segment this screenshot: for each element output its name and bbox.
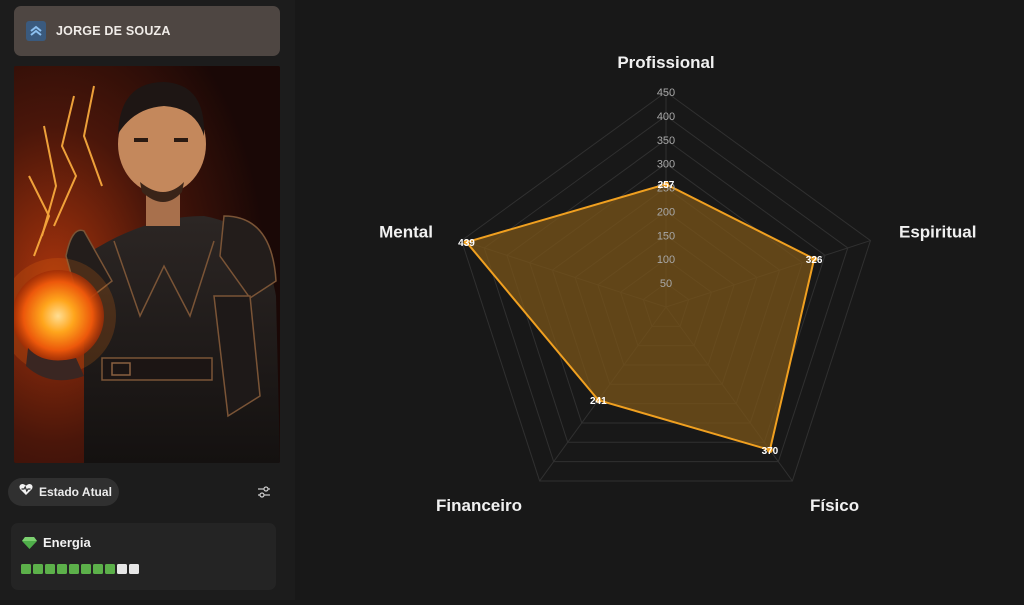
energy-label: Energia xyxy=(43,535,91,550)
energy-bar xyxy=(21,564,139,574)
sidebar: JORGE DE SOUZA Estado Atual Energia xyxy=(0,0,295,600)
radar-value-label: 439 xyxy=(458,238,475,249)
radar-axis-label: Financeiro xyxy=(436,496,522,515)
energy-segment xyxy=(105,564,115,574)
heart-pulse-icon xyxy=(19,483,33,501)
energy-segment xyxy=(129,564,139,574)
energy-segment xyxy=(69,564,79,574)
radar-value-label: 241 xyxy=(590,396,607,407)
radar-chart-svg: 5010015020025030035040045025732637024143… xyxy=(379,53,976,515)
character-portrait xyxy=(14,66,280,463)
gem-icon xyxy=(22,536,37,554)
radar-series-area xyxy=(465,183,816,452)
double-chevron-up-icon xyxy=(26,21,46,41)
energy-segment xyxy=(81,564,91,574)
radar-tick-label: 50 xyxy=(660,278,672,290)
radar-axis-label: Mental xyxy=(379,222,433,241)
radar-value-label: 257 xyxy=(658,180,675,191)
radar-axis-label: Físico xyxy=(810,496,859,515)
current-state-button[interactable]: Estado Atual xyxy=(8,478,119,506)
radar-axis-label: Espiritual xyxy=(899,222,976,241)
player-name-card[interactable]: JORGE DE SOUZA xyxy=(14,6,280,56)
radar-tick-label: 200 xyxy=(657,206,675,218)
energy-card: Energia xyxy=(11,523,276,590)
energy-segment xyxy=(21,564,31,574)
radar-value-label: 370 xyxy=(762,446,779,457)
energy-segment xyxy=(93,564,103,574)
player-name: JORGE DE SOUZA xyxy=(56,24,171,38)
radar-tick-label: 350 xyxy=(657,135,675,147)
radar-tick-label: 450 xyxy=(657,87,675,99)
current-state-label: Estado Atual xyxy=(39,485,112,499)
energy-segment xyxy=(57,564,67,574)
radar-tick-label: 300 xyxy=(657,159,675,171)
radar-tick-label: 100 xyxy=(657,254,675,266)
energy-segment xyxy=(45,564,55,574)
energy-segment xyxy=(117,564,127,574)
radar-axis-label: Profissional xyxy=(617,53,714,72)
radar-tick-label: 150 xyxy=(657,230,675,242)
sliders-icon[interactable] xyxy=(254,483,274,501)
radar-chart: 50 100 150 200 250 300 350 400 450 257 326 370 241 43… xyxy=(300,0,1024,600)
radar-tick-label: 400 xyxy=(657,111,675,123)
energy-segment xyxy=(33,564,43,574)
radar-value-label: 326 xyxy=(806,255,823,266)
